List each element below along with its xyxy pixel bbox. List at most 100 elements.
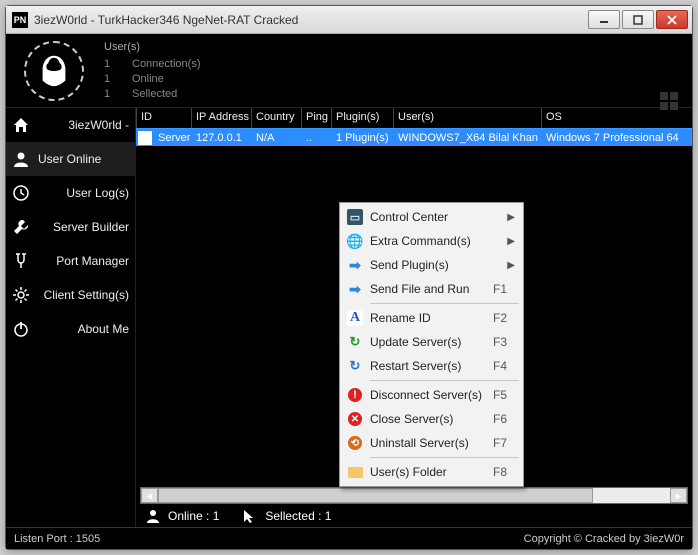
cell-ip: 127.0.0.1 bbox=[192, 132, 252, 144]
footer-listen-port: Listen Port : 1505 bbox=[14, 533, 100, 545]
menu-item-label: Send Plugin(s) bbox=[370, 258, 503, 272]
menu-item-label: Uninstall Server(s) bbox=[370, 436, 489, 450]
sidebar-item-label: About Me bbox=[38, 322, 129, 336]
submenu-arrow-icon: ▶ bbox=[507, 212, 515, 223]
close-button[interactable] bbox=[656, 10, 688, 29]
status-online: Online : 1 bbox=[168, 509, 219, 523]
menu-item-7[interactable]: ↻Restart Server(s)F4 bbox=[342, 354, 521, 378]
port-icon bbox=[12, 252, 30, 270]
menu-item-3[interactable]: ➡ Send File and Run F1 bbox=[342, 277, 521, 301]
menu-shortcut: F8 bbox=[493, 465, 515, 479]
person-icon bbox=[144, 508, 162, 524]
menu-separator bbox=[370, 457, 519, 458]
sidebar-item-label: User Online bbox=[38, 152, 129, 166]
footer: Listen Port : 1505 Copyright © Cracked b… bbox=[6, 527, 692, 549]
monitor-icon: ▭ bbox=[344, 207, 366, 227]
table-row[interactable]: -- Server 127.0.0.1 N/A .. 1 Plugin(s) W… bbox=[136, 128, 692, 146]
col-os[interactable]: OS bbox=[541, 108, 692, 128]
sidebar-item-label: Port Manager bbox=[38, 254, 129, 268]
stats-n-1: 1 bbox=[104, 72, 114, 87]
stats-n-0: 1 bbox=[104, 57, 114, 72]
menu-item-label: Update Server(s) bbox=[370, 335, 489, 349]
wrench-icon bbox=[12, 218, 30, 236]
col-ip[interactable]: IP Address bbox=[191, 108, 251, 128]
sidebar-item-0[interactable]: 3iezW0rld - bbox=[6, 108, 135, 142]
menu-item-5[interactable]: ARename IDF2 bbox=[342, 306, 521, 330]
col-users[interactable]: User(s) bbox=[393, 108, 541, 128]
col-ping[interactable]: Ping bbox=[301, 108, 331, 128]
cursor-icon bbox=[241, 508, 259, 524]
stats-n-2: 1 bbox=[104, 87, 114, 102]
stats-l-2: Sellected bbox=[132, 87, 177, 102]
sidebar-item-label: User Log(s) bbox=[38, 186, 129, 200]
menu-item-2[interactable]: ➡ Send Plugin(s) ▶ bbox=[342, 253, 521, 277]
context-menu[interactable]: ▭ Control Center ▶ 🌐 Extra Command(s) ▶ ➡ Send … bbox=[339, 202, 524, 487]
minimize-button[interactable] bbox=[588, 10, 620, 29]
menu-item-10[interactable]: ✕ Close Server(s) F6 bbox=[342, 407, 521, 431]
folder-icon bbox=[344, 462, 366, 482]
submenu-arrow-icon: ▶ bbox=[507, 260, 515, 271]
scroll-right-icon[interactable]: ► bbox=[670, 488, 687, 503]
scroll-thumb[interactable] bbox=[158, 488, 593, 503]
menu-item-11[interactable]: ⟲Uninstall Server(s)F7 bbox=[342, 431, 521, 455]
menu-item-label: Send File and Run bbox=[370, 282, 489, 296]
cell-ping: .. bbox=[302, 132, 332, 144]
client-area: User(s) 1Connection(s) 1Online 1Sellecte… bbox=[6, 34, 692, 549]
sidebar-item-3[interactable]: Server Builder bbox=[6, 210, 135, 244]
menu-item-label: Rename ID bbox=[370, 311, 489, 325]
menu-item-1[interactable]: 🌐Extra Command(s)▶ bbox=[342, 229, 521, 253]
sidebar-item-label: 3iezW0rld - bbox=[38, 118, 129, 132]
power-icon bbox=[12, 320, 30, 338]
menu-item-label: Close Server(s) bbox=[370, 412, 489, 426]
globe-icon: 🌐 bbox=[344, 231, 366, 251]
footer-copyright: Copyright © Cracked by 3iezW0r bbox=[524, 533, 684, 545]
menu-item-0[interactable]: ▭ Control Center ▶ bbox=[342, 205, 521, 229]
menu-item-label: Restart Server(s) bbox=[370, 359, 489, 373]
app-window: PN 3iezW0rld - TurkHacker346 NgeNet-RAT … bbox=[5, 5, 693, 550]
col-plugin[interactable]: Plugin(s) bbox=[331, 108, 393, 128]
arrow-icon: ➡ bbox=[344, 255, 366, 275]
col-id[interactable]: ID bbox=[136, 108, 191, 128]
menu-separator bbox=[370, 380, 519, 381]
banner: User(s) 1Connection(s) 1Online 1Sellecte… bbox=[6, 34, 692, 108]
sidebar-item-4[interactable]: Port Manager bbox=[6, 244, 135, 278]
A-icon: A bbox=[344, 308, 366, 328]
menu-shortcut: F4 bbox=[493, 359, 515, 373]
refresh-icon: ↻ bbox=[344, 332, 366, 352]
bang-icon: ! bbox=[344, 385, 366, 405]
menu-shortcut: F3 bbox=[493, 335, 515, 349]
menu-item-label: Extra Command(s) bbox=[370, 234, 503, 248]
col-country[interactable]: Country bbox=[251, 108, 301, 128]
maximize-button[interactable] bbox=[622, 10, 654, 29]
gear-icon bbox=[12, 286, 30, 304]
view-toggle-icon[interactable] bbox=[660, 92, 678, 110]
sidebar-item-2[interactable]: User Log(s) bbox=[6, 176, 135, 210]
app-icon: PN bbox=[12, 12, 28, 28]
arrow2-icon: ➡ bbox=[344, 279, 366, 299]
status-selected: Sellected : 1 bbox=[265, 509, 331, 523]
user-icon bbox=[12, 150, 30, 168]
menu-shortcut: F7 bbox=[493, 436, 515, 450]
menu-item-9[interactable]: !Disconnect Server(s)F5 bbox=[342, 383, 521, 407]
menu-item-label: Control Center bbox=[370, 210, 503, 224]
menu-separator bbox=[370, 303, 519, 304]
menu-shortcut: F6 bbox=[493, 412, 515, 426]
clock-icon bbox=[12, 184, 30, 202]
sidebar-item-5[interactable]: Client Setting(s) bbox=[6, 278, 135, 312]
stats-panel: User(s) 1Connection(s) 1Online 1Sellecte… bbox=[104, 40, 200, 102]
home-icon bbox=[12, 116, 30, 134]
menu-item-label: User(s) Folder bbox=[370, 465, 489, 479]
sidebar-item-1[interactable]: User Online bbox=[6, 142, 135, 176]
x-icon: ✕ bbox=[344, 409, 366, 429]
sidebar-item-6[interactable]: About Me bbox=[6, 312, 135, 346]
sidebar-item-label: Server Builder bbox=[38, 220, 129, 234]
row-flag-icon: -- bbox=[138, 131, 152, 145]
window-title: 3iezW0rld - TurkHacker346 NgeNet-RAT Cra… bbox=[34, 13, 586, 27]
menu-item-6[interactable]: ↻ Update Server(s) F3 bbox=[342, 330, 521, 354]
menu-shortcut: F1 bbox=[493, 282, 515, 296]
column-headers[interactable]: ID IP Address Country Ping Plugin(s) Use… bbox=[136, 108, 692, 128]
menu-item-13[interactable]: User(s) Folder F8 bbox=[342, 460, 521, 484]
scroll-left-icon[interactable]: ◄ bbox=[141, 488, 158, 503]
horizontal-scrollbar[interactable]: ◄ ► bbox=[140, 487, 688, 504]
titlebar[interactable]: PN 3iezW0rld - TurkHacker346 NgeNet-RAT … bbox=[6, 6, 692, 34]
